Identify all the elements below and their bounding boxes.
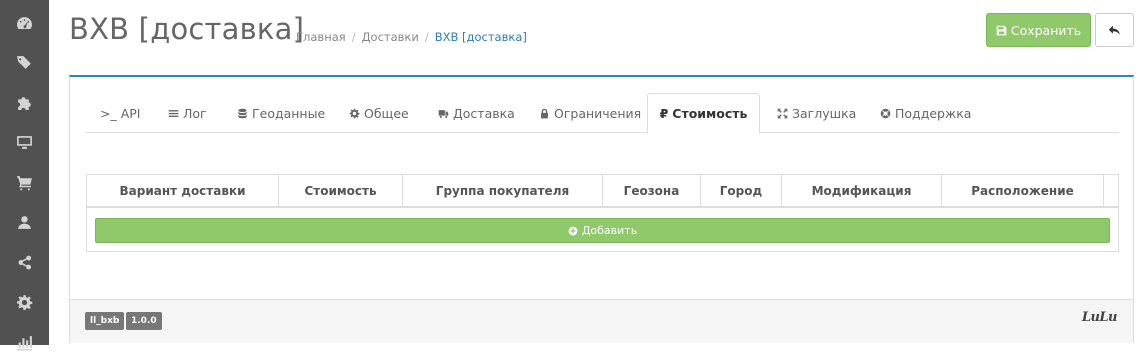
sidebar-item-sales[interactable] [0,162,49,202]
sidebar-item-marketing[interactable] [0,242,49,282]
list-icon [168,109,179,117]
back-button[interactable] [1095,13,1134,47]
sidebar-item-customers[interactable] [0,202,49,242]
save-button[interactable]: Сохранить [986,13,1091,47]
column-header: Стоимость [279,175,403,206]
puzzle-icon [18,96,31,110]
tab-label: Заглушка [792,105,857,121]
tab-api[interactable]: >_ API [100,93,140,133]
panel-footer: ll_bxb 1.0.0 LuLu [70,299,1133,343]
tab-geodata[interactable]: Геоданные [237,93,325,133]
save-icon [996,25,1007,35]
column-header: Модификация [782,175,942,206]
reply-icon [1108,25,1120,35]
sidebar [0,0,49,350]
database-icon [238,108,247,118]
add-button-label: Добавить [581,224,638,237]
expand-icon [777,108,788,118]
tab-bar: >_ API Лог Геоданные Общее Доставка Огра… [86,93,1119,134]
column-header: Группа покупателя [403,175,603,206]
settings-panel: >_ API Лог Геоданные Общее Доставка Огра… [69,75,1134,343]
save-button-label: Сохранить [1010,22,1082,38]
cart-icon [17,175,32,190]
column-header: Город [701,175,782,206]
module-badge: ll_bxb [85,312,125,330]
column-header: Расположение [942,175,1104,206]
share-icon [18,255,32,269]
breadcrumb-separator: / [424,30,429,44]
breadcrumb-home[interactable]: Главная [296,30,346,44]
ruble-icon: ₽ [659,106,669,121]
column-header: Геозона [603,175,701,206]
tab-support[interactable]: Поддержка [880,93,971,133]
breadcrumb-current[interactable]: BXB [доставка] [435,30,527,44]
tab-label: Геоданные [252,105,326,121]
column-header: Вариант доставки [87,175,279,206]
lock-icon [541,108,548,118]
plus-circle-icon [568,226,578,235]
version-badge: 1.0.0 [126,312,162,330]
tab-stub[interactable]: Заглушка [777,93,856,133]
tab-delivery[interactable]: Доставка [438,93,515,133]
vendor-logo: LuLu [1081,310,1118,325]
tab-label: >_ API [100,105,141,121]
page-title: BXB [доставка] [69,12,305,46]
lifebuoy-icon [880,108,891,118]
tab-restrictions[interactable]: Ограничения [539,93,641,133]
tab-label: Доставка [453,105,515,121]
sidebar-item-system[interactable] [0,282,49,322]
user-icon [18,215,31,229]
tab-label: Стоимость [672,106,748,121]
cost-table: Вариант доставки Стоимость Группа покупа… [86,174,1119,252]
tab-label: Лог [183,105,207,121]
tags-icon [17,55,31,69]
sidebar-item-dashboard[interactable] [0,3,49,43]
sidebar-item-design[interactable] [0,122,49,162]
tab-label: Ограничения [554,105,642,121]
tab-label: Поддержка [895,105,972,121]
chart-icon [17,335,32,350]
desktop-icon [17,135,32,149]
sidebar-item-catalog[interactable] [0,42,49,82]
sidebar-item-extensions[interactable] [0,82,49,122]
tab-cost[interactable]: ₽ Стоимость [647,93,760,134]
gear-icon [17,294,33,310]
add-button[interactable]: Добавить [95,218,1110,243]
table-header: Вариант доставки Стоимость Группа покупа… [87,175,1118,208]
truck-icon [438,109,449,118]
tab-label: Общее [364,105,409,121]
breadcrumb-separator: / [351,30,356,44]
breadcrumb-shipping[interactable]: Доставки [362,30,419,44]
sidebar-item-reports[interactable] [0,322,49,362]
breadcrumb: Главная / Доставки / BXB [доставка] [296,30,527,44]
dashboard-icon [17,16,32,29]
tab-log[interactable]: Лог [168,93,207,133]
tab-general[interactable]: Общее [349,93,409,133]
gear-icon [349,108,360,118]
